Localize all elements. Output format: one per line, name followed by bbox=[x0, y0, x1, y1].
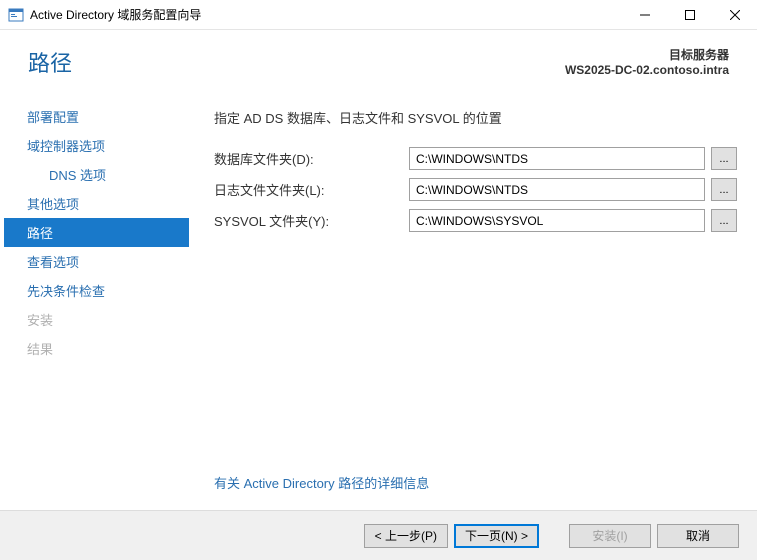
titlebar-buttons bbox=[622, 0, 757, 30]
sidebar: 部署配置 域控制器选项 DNS 选项 其他选项 路径 查看选项 先决条件检查 安… bbox=[4, 90, 189, 510]
main-area: 部署配置 域控制器选项 DNS 选项 其他选项 路径 查看选项 先决条件检查 安… bbox=[0, 90, 757, 510]
sidebar-item-prereq-check[interactable]: 先决条件检查 bbox=[4, 276, 189, 305]
database-folder-browse-button[interactable]: ... bbox=[711, 147, 737, 170]
more-info-link[interactable]: 有关 Active Directory 路径的详细信息 bbox=[214, 473, 429, 492]
previous-button[interactable]: < 上一步(P) bbox=[364, 524, 448, 548]
target-server-info: 目标服务器 WS2025-DC-02.contoso.intra bbox=[565, 46, 729, 77]
content-area: 指定 AD DS 数据库、日志文件和 SYSVOL 的位置 数据库文件夹(D):… bbox=[189, 90, 757, 510]
next-button[interactable]: 下一页(N) > bbox=[454, 524, 539, 548]
sidebar-item-paths[interactable]: 路径 bbox=[4, 218, 189, 247]
maximize-button[interactable] bbox=[667, 0, 712, 30]
cancel-button[interactable]: 取消 bbox=[657, 524, 739, 548]
target-server-name: WS2025-DC-02.contoso.intra bbox=[565, 63, 729, 77]
footer-area: < 上一步(P) 下一页(N) > 安装(I) 取消 bbox=[0, 510, 757, 560]
minimize-button[interactable] bbox=[622, 0, 667, 30]
sidebar-item-results: 结果 bbox=[4, 334, 189, 363]
sidebar-item-deployment-config[interactable]: 部署配置 bbox=[4, 102, 189, 131]
window-title: Active Directory 域服务配置向导 bbox=[30, 6, 622, 23]
sidebar-item-review-options[interactable]: 查看选项 bbox=[4, 247, 189, 276]
target-server-label: 目标服务器 bbox=[565, 46, 729, 63]
content-title: 指定 AD DS 数据库、日志文件和 SYSVOL 的位置 bbox=[214, 108, 737, 127]
sysvol-folder-input[interactable] bbox=[409, 209, 705, 232]
sidebar-item-install: 安装 bbox=[4, 305, 189, 334]
app-icon bbox=[8, 7, 24, 23]
close-button[interactable] bbox=[712, 0, 757, 30]
database-folder-label: 数据库文件夹(D): bbox=[214, 149, 409, 168]
database-folder-row: 数据库文件夹(D): ... bbox=[214, 147, 737, 170]
sidebar-item-additional-options[interactable]: 其他选项 bbox=[4, 189, 189, 218]
sysvol-folder-label: SYSVOL 文件夹(Y): bbox=[214, 211, 409, 230]
database-folder-input[interactable] bbox=[409, 147, 705, 170]
sysvol-folder-browse-button[interactable]: ... bbox=[711, 209, 737, 232]
log-folder-row: 日志文件文件夹(L): ... bbox=[214, 178, 737, 201]
titlebar: Active Directory 域服务配置向导 bbox=[0, 0, 757, 30]
log-folder-browse-button[interactable]: ... bbox=[711, 178, 737, 201]
log-folder-input[interactable] bbox=[409, 178, 705, 201]
header-area: 路径 目标服务器 WS2025-DC-02.contoso.intra bbox=[0, 30, 757, 90]
sysvol-folder-row: SYSVOL 文件夹(Y): ... bbox=[214, 209, 737, 232]
log-folder-label: 日志文件文件夹(L): bbox=[214, 180, 409, 199]
page-heading: 路径 bbox=[28, 46, 72, 78]
sidebar-item-dns-options[interactable]: DNS 选项 bbox=[4, 160, 189, 189]
install-button: 安装(I) bbox=[569, 524, 651, 548]
sidebar-item-dc-options[interactable]: 域控制器选项 bbox=[4, 131, 189, 160]
